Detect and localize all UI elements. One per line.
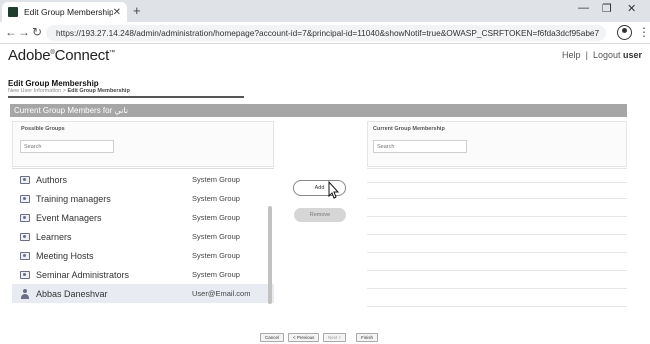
user-icon	[21, 288, 29, 299]
url-input[interactable]: https://193.27.14.248/admin/administrati…	[46, 25, 606, 41]
breadcrumb: New User Information > Edit Group Member…	[8, 88, 130, 94]
next-button[interactable]: Next >	[323, 333, 347, 342]
group-icon	[20, 270, 30, 279]
membership-row-divider	[367, 182, 627, 183]
address-bar: ← → ↻ https://193.27.14.248/admin/admini…	[0, 22, 650, 44]
logout-link[interactable]: Logout	[593, 50, 621, 60]
browser-tab[interactable]: Edit Group Membership ✕	[2, 2, 127, 22]
new-tab-icon[interactable]: +	[133, 3, 141, 18]
membership-row-divider	[367, 216, 627, 217]
adobe-connect-logo: Adobe®Connect™	[8, 47, 115, 64]
finish-button[interactable]: Finish	[356, 333, 379, 342]
breadcrumb-current: Edit Group Membership	[67, 88, 130, 94]
list-scrollbar[interactable]	[268, 206, 272, 304]
cancel-button[interactable]: Cancel	[260, 333, 285, 342]
link-separator: |	[585, 50, 588, 60]
page-title: Edit Group Membership	[8, 79, 99, 88]
list-item[interactable]: Learners System Group	[12, 227, 274, 246]
help-link[interactable]: Help	[562, 50, 581, 60]
list-item[interactable]: Event Managers System Group	[12, 208, 274, 227]
restore-icon[interactable]: ❐	[602, 2, 612, 15]
group-icon	[20, 213, 30, 222]
list-item[interactable]: Meeting Hosts System Group	[12, 246, 274, 265]
group-icon	[20, 175, 30, 184]
breadcrumb-prev[interactable]: New User Information	[8, 88, 61, 94]
previous-button[interactable]: < Previous	[288, 333, 320, 342]
section-title: Current Group Members for ناني	[10, 104, 627, 117]
forward-arrow-icon[interactable]: →	[18, 25, 30, 39]
membership-row-divider	[367, 234, 627, 235]
list-item[interactable]: Seminar Administrators System Group	[12, 265, 274, 284]
membership-row-divider	[367, 168, 627, 169]
adobe-connect-favicon-icon	[8, 7, 18, 17]
membership-row-divider	[367, 252, 627, 253]
membership-row-divider	[367, 198, 627, 199]
possible-groups-list: Authors System Group Training managers S…	[12, 168, 274, 304]
minimize-icon[interactable]: —	[578, 2, 589, 14]
reload-icon[interactable]: ↻	[32, 25, 42, 39]
current-membership-search-input[interactable]	[373, 140, 467, 153]
remove-button[interactable]: Remove	[294, 208, 346, 222]
group-icon	[20, 194, 30, 203]
top-links: Help | Logout user	[562, 50, 642, 60]
possible-groups-header: Possible Groups	[21, 126, 65, 132]
close-tab-icon[interactable]: ✕	[113, 7, 121, 18]
group-icon	[20, 232, 30, 241]
possible-groups-search-input[interactable]	[20, 140, 114, 153]
list-item-selected[interactable]: Abbas Daneshvar User@Email.com	[12, 284, 274, 303]
list-item[interactable]: Training managers System Group	[12, 189, 274, 208]
current-membership-header: Current Group Membership	[373, 126, 445, 132]
membership-row-divider	[367, 306, 627, 307]
membership-row-divider	[367, 288, 627, 289]
close-window-icon[interactable]: ✕	[627, 2, 636, 15]
browser-tab-bar: Edit Group Membership ✕ + — ❐ ✕	[0, 0, 650, 22]
list-item[interactable]: Authors System Group	[12, 170, 274, 189]
tab-title: Edit Group Membership	[24, 7, 113, 17]
back-arrow-icon[interactable]: ←	[5, 25, 17, 39]
membership-row-divider	[367, 270, 627, 271]
mouse-cursor-icon	[328, 180, 340, 199]
current-user: user	[622, 50, 642, 60]
group-icon	[20, 251, 30, 260]
browser-menu-icon[interactable]: ⋮	[638, 25, 650, 39]
profile-icon[interactable]	[617, 25, 632, 40]
title-divider	[8, 96, 244, 98]
